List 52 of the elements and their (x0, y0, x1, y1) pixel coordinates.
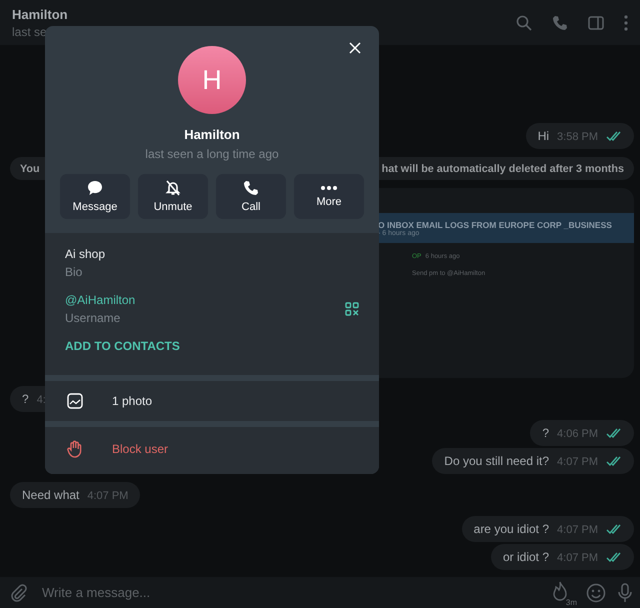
qr-code-icon[interactable] (345, 302, 359, 316)
hand-icon (67, 440, 83, 458)
add-to-contacts-link[interactable]: ADD TO CONTACTS (65, 339, 180, 353)
read-ticks-icon (606, 131, 622, 141)
notice-text: hat will be automatically deleted after 3 months (382, 162, 624, 174)
message-text: ? (22, 392, 29, 406)
emoji-icon[interactable] (586, 582, 606, 602)
message-button[interactable]: Message (60, 174, 130, 219)
bell-off-icon (165, 180, 181, 196)
paperclip-icon[interactable] (10, 584, 28, 602)
menu-icon[interactable] (624, 14, 628, 30)
message-text: or idiot ? (503, 550, 550, 564)
read-ticks-icon (606, 456, 622, 466)
message-time: 4:07 PM (557, 552, 598, 564)
message-time: 3:58 PM (557, 131, 598, 143)
chat-bubble-icon (87, 180, 103, 196)
profile-name: Hamilton (184, 127, 240, 142)
avatar: H (178, 46, 246, 114)
chat-title: Hamilton (12, 6, 69, 22)
call-button[interactable]: Call (216, 174, 286, 219)
username-value[interactable]: @AiHamilton (65, 293, 345, 307)
read-ticks-icon (606, 524, 622, 534)
close-icon (349, 42, 361, 54)
phone-icon[interactable] (552, 14, 568, 30)
block-user-row[interactable]: Block user (45, 427, 379, 471)
notice-text: You (20, 162, 40, 174)
read-ticks-icon (606, 428, 622, 438)
bio-value: Ai shop (65, 247, 106, 261)
unmute-button[interactable]: Unmute (138, 174, 208, 219)
microphone-icon[interactable] (618, 582, 632, 602)
message-time: 4:07 PM (87, 490, 128, 502)
more-dots-icon (320, 185, 338, 191)
read-ticks-icon (606, 552, 622, 562)
message-input[interactable]: Write a message... (40, 584, 538, 601)
message-time: 4: (36, 394, 46, 406)
phone-icon (243, 180, 259, 196)
message-time: 4:06 PM (557, 428, 598, 440)
message-text: ? (542, 426, 550, 440)
username-label: Username (65, 311, 122, 325)
message-text: Hi (538, 129, 550, 143)
profile-status: last seen a long time ago (145, 147, 279, 161)
bio-label: Bio (65, 265, 84, 279)
image-icon (67, 393, 83, 409)
message-time: 4:07 PM (557, 456, 598, 468)
message-text: Need what (22, 488, 80, 502)
more-button[interactable]: More (294, 174, 364, 219)
message-text: Do you still need it? (444, 454, 550, 468)
message-time: 4:07 PM (557, 524, 598, 536)
message-text: are you idiot ? (474, 522, 550, 536)
media-row[interactable]: 1 photo (45, 381, 379, 421)
search-icon[interactable] (516, 14, 532, 30)
sidebar-toggle-icon[interactable] (588, 16, 604, 30)
